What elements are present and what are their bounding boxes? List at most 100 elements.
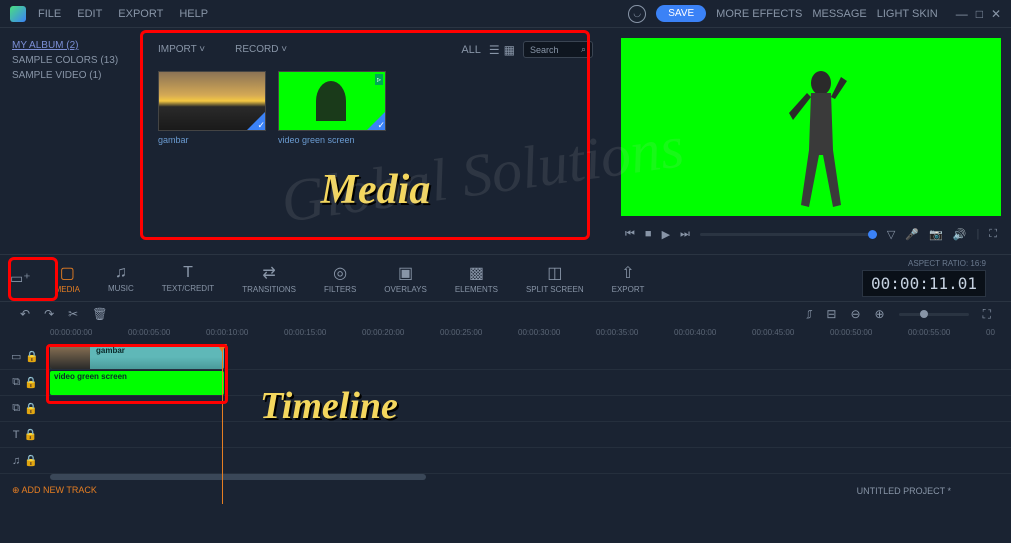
tab-text[interactable]: TTEXT/CREDIT: [148, 260, 228, 297]
menu-help[interactable]: HELP: [179, 8, 208, 20]
more-effects-link[interactable]: MORE EFFECTS: [716, 8, 802, 20]
annotation-media-label: Media: [321, 166, 431, 214]
tab-music[interactable]: ♫MUSIC: [94, 260, 148, 297]
media-item-green-screen[interactable]: ▹✓ video green screen: [278, 71, 386, 145]
grid-view-icon[interactable]: ▦: [504, 43, 515, 57]
track-text: T🔒: [0, 422, 1011, 448]
tab-transitions[interactable]: ⇄TRANSITIONS: [228, 259, 310, 298]
list-view-icon[interactable]: ☰: [489, 43, 500, 57]
menu-edit[interactable]: EDIT: [77, 8, 102, 20]
seek-bar[interactable]: [700, 233, 877, 236]
video-badge-icon: ▹: [375, 74, 383, 85]
menu-export[interactable]: EXPORT: [118, 8, 163, 20]
folder-icon: ▢: [60, 263, 75, 283]
preview-viewport[interactable]: [621, 38, 1001, 216]
add-folder-icon[interactable]: ▭⁺: [10, 270, 31, 287]
track-type-icon: ⧉: [12, 376, 20, 389]
tab-split[interactable]: ◫SPLIT SCREEN: [512, 259, 598, 298]
search-icon: ⌕: [581, 44, 586, 55]
track-video-1: ▭ 🔒 gambar: [0, 344, 1011, 370]
timecode-display[interactable]: 00:00:11.01: [862, 270, 986, 297]
tab-export[interactable]: ⇧EXPORT: [598, 259, 659, 298]
fullscreen-icon[interactable]: ⛶: [989, 228, 997, 241]
cut-icon[interactable]: ✂: [68, 307, 78, 321]
media-item-label: video green screen: [278, 135, 386, 145]
redo-icon[interactable]: ↷: [44, 307, 54, 321]
track-type-icon: ▭: [11, 350, 21, 363]
media-item-gambar[interactable]: ✓ gambar: [158, 71, 266, 145]
playhead[interactable]: [222, 344, 223, 504]
zoom-out-icon[interactable]: ⊖: [850, 307, 860, 321]
sidebar-item-sample-video[interactable]: SAMPLE VIDEO (1): [12, 68, 128, 83]
import-dropdown[interactable]: IMPORT ˅: [158, 44, 205, 55]
zoom-in-icon[interactable]: ⊕: [875, 307, 885, 321]
tab-filters[interactable]: ◎FILTERS: [310, 259, 370, 298]
track-lock-icon[interactable]: 🔒: [24, 454, 38, 467]
track-lock-icon[interactable]: 🔒: [24, 428, 38, 441]
track-type-icon: ⧉: [12, 402, 20, 415]
project-name-label: UNTITLED PROJECT *: [857, 486, 951, 496]
split-icon: ◫: [547, 263, 562, 283]
stop-icon[interactable]: ■: [645, 228, 652, 240]
next-frame-icon[interactable]: ⏭: [680, 228, 690, 241]
filter-all[interactable]: ALL: [461, 44, 481, 56]
light-skin-link[interactable]: LIGHT SKIN: [877, 8, 938, 20]
mode-tabs-bar: ▭⁺ ▢MEDIA ♫MUSIC TTEXT/CREDIT ⇄TRANSITIO…: [0, 254, 1011, 302]
user-avatar-icon[interactable]: ◡: [628, 5, 646, 23]
overlays-icon: ▣: [398, 263, 413, 283]
clip-green-screen[interactable]: video green screen: [50, 371, 224, 395]
timeline-scrollbar[interactable]: [50, 474, 991, 480]
aspect-ratio-label: ASPECT RATIO: 16:9: [862, 259, 986, 268]
transitions-icon: ⇄: [262, 263, 275, 283]
close-icon[interactable]: ✕: [991, 7, 1001, 21]
mixer-icon[interactable]: ⎎: [806, 307, 812, 322]
delete-icon[interactable]: 🗑: [92, 307, 107, 321]
minimize-icon[interactable]: —: [956, 7, 968, 21]
track-lock-icon[interactable]: 🔒: [25, 350, 39, 363]
timeline-ruler[interactable]: 00:00:00:00 00:00:05:00 00:00:10:00 00:0…: [0, 326, 1011, 344]
text-icon: T: [183, 264, 193, 282]
track-type-icon: ♫: [12, 455, 20, 467]
zoom-slider[interactable]: [899, 313, 969, 316]
track-lock-icon[interactable]: 🔒: [24, 402, 38, 415]
media-item-label: gambar: [158, 135, 266, 145]
elements-icon: ▩: [469, 263, 484, 283]
save-button[interactable]: SAVE: [656, 5, 706, 22]
track-pip: ⧉🔒: [0, 396, 1011, 422]
search-input[interactable]: Search⌕: [523, 41, 593, 58]
undo-icon[interactable]: ↶: [20, 307, 30, 321]
clip-gambar[interactable]: gambar: [50, 345, 224, 369]
preview-figure: [781, 65, 861, 215]
render-icon[interactable]: ⊟: [826, 307, 836, 321]
mic-icon[interactable]: 🎤: [905, 228, 919, 241]
tab-elements[interactable]: ▩ELEMENTS: [441, 259, 512, 298]
prev-frame-icon[interactable]: ⏮: [625, 228, 635, 241]
music-icon: ♫: [115, 264, 127, 282]
sidebar-item-my-album[interactable]: MY ALBUM (2): [12, 38, 128, 53]
sidebar-item-sample-colors[interactable]: SAMPLE COLORS (13): [12, 53, 128, 68]
filters-icon: ◎: [333, 263, 347, 283]
track-type-icon: T: [13, 429, 20, 441]
zoom-fit-icon[interactable]: ⛶: [983, 307, 991, 322]
snapshot-icon[interactable]: 📷: [929, 228, 943, 241]
message-link[interactable]: MESSAGE: [812, 8, 866, 20]
app-logo-icon: [10, 6, 26, 22]
record-dropdown[interactable]: RECORD ˅: [235, 44, 287, 55]
track-video-2: ⧉ 🔒 video green screen: [0, 370, 1011, 396]
menu-file[interactable]: FILE: [38, 8, 61, 20]
volume-icon[interactable]: 🔊: [953, 228, 967, 241]
timeline-toolbar: ↶ ↷ ✂ 🗑 ⎎ ⊟ ⊖ ⊕ ⛶: [0, 302, 1011, 326]
tab-overlays[interactable]: ▣OVERLAYS: [370, 259, 441, 298]
timeline-area: Timeline ▭🔒 gambar ⧉🔒 video green screen…: [0, 344, 1011, 504]
library-sidebar: MY ALBUM (2) SAMPLE COLORS (13) SAMPLE V…: [0, 28, 140, 254]
top-menu-bar: FILE EDIT EXPORT HELP ◡ SAVE MORE EFFECT…: [0, 0, 1011, 28]
add-track-button[interactable]: ⊕ ADD NEW TRACK: [12, 485, 97, 496]
media-panel: IMPORT ˅ RECORD ˅ ALL ☰ ▦ Search⌕ ✓ gamb…: [140, 28, 611, 254]
marker-icon[interactable]: ▽: [887, 228, 895, 241]
preview-panel: ⏮ ■ ▶ ⏭ ▽ 🎤 📷 🔊 | ⛶: [611, 28, 1011, 254]
tab-media[interactable]: ▢MEDIA: [41, 259, 94, 298]
track-audio: ♫🔒: [0, 448, 1011, 474]
track-lock-icon[interactable]: 🔒: [24, 376, 38, 389]
play-icon[interactable]: ▶: [662, 228, 670, 241]
maximize-icon[interactable]: □: [976, 7, 983, 21]
